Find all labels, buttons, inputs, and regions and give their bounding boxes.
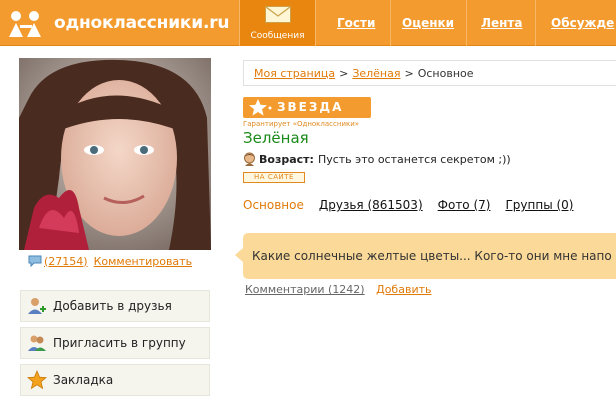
messages-label: Сообщения <box>250 31 305 41</box>
photo-comments-count[interactable]: (27154) <box>44 255 88 268</box>
star-badge-text: ЗВЕЗДА <box>277 100 344 114</box>
invite-to-group-label: Пригласить в группу <box>53 336 186 350</box>
tab-photos[interactable]: Фото (7) <box>438 198 491 214</box>
breadcrumb-separator: > <box>404 66 414 80</box>
status-comments-link[interactable]: Комментарии (1242) <box>245 283 365 296</box>
star-subtitle: Гарантирует «Одноклассники» <box>243 120 360 128</box>
comment-photo-link[interactable]: Комментировать <box>94 255 192 268</box>
invite-to-group-button[interactable]: Пригласить в группу <box>20 327 210 359</box>
breadcrumb-current: Основное <box>417 66 474 80</box>
status-bubble[interactable]: Какие солнечные желтые цветы... Кого-то … <box>243 233 616 279</box>
status-pointer <box>235 248 243 262</box>
star-badge-icon <box>249 99 272 116</box>
breadcrumb: Моя страница > Зелёная > Основное <box>243 60 616 86</box>
profile-photo-image <box>19 58 211 250</box>
breadcrumb-my-page[interactable]: Моя страница <box>254 67 335 80</box>
breadcrumb-separator: > <box>339 66 349 80</box>
user-name: Зелёная <box>243 129 309 147</box>
status-links: Комментарии (1242) Добавить <box>245 283 431 296</box>
messages-button[interactable]: Сообщения <box>239 0 316 46</box>
nav-ratings[interactable]: Оценки <box>402 16 454 30</box>
profile-photo[interactable] <box>19 58 211 250</box>
profile-tabs: Основное Друзья (861503) Фото (7) Группы… <box>243 198 588 214</box>
envelope-icon <box>265 6 291 23</box>
star-badge[interactable]: ЗВЕЗДА <box>243 97 371 118</box>
nav-guests[interactable]: Гости <box>337 16 375 30</box>
status-text: Какие солнечные желтые цветы... Кого-то … <box>252 249 612 263</box>
online-badge: НА САЙТЕ <box>243 172 305 183</box>
age-label: Возраст: <box>259 152 314 166</box>
breadcrumb-user[interactable]: Зелёная <box>352 67 400 80</box>
age-row: Возраст: Пусть это останется секретом ;)… <box>243 151 511 167</box>
nav-feed[interactable]: Лента <box>481 16 522 30</box>
top-bar: одноклассники.ru Сообщения Гости Оценки … <box>0 0 616 46</box>
add-user-icon <box>28 298 46 314</box>
add-friend-label: Добавить в друзья <box>53 299 172 313</box>
nav-divider <box>466 0 467 46</box>
user-avatar-icon <box>244 152 255 166</box>
logo-icon <box>9 11 41 37</box>
add-friend-button[interactable]: Добавить в друзья <box>20 290 210 322</box>
nav-divider <box>390 0 391 46</box>
nav-divider <box>535 0 536 46</box>
status-add-link[interactable]: Добавить <box>376 283 431 296</box>
photo-stats: (27154) Комментировать <box>28 253 192 269</box>
age-value: Пусть это останется секретом ;)) <box>317 152 511 166</box>
logo-text: одноклассники.ru <box>54 13 230 33</box>
bookmark-label: Закладка <box>53 373 114 387</box>
tab-groups[interactable]: Группы (0) <box>505 198 573 214</box>
tab-friends[interactable]: Друзья (861503) <box>319 198 423 214</box>
nav-discussions[interactable]: Обсужде <box>551 16 614 30</box>
comment-bubble-icon <box>28 255 42 267</box>
site-logo[interactable]: одноклассники.ru <box>6 7 230 39</box>
tab-main[interactable]: Основное <box>243 198 304 214</box>
star-icon <box>27 370 47 390</box>
group-icon <box>28 335 46 351</box>
bookmark-button[interactable]: Закладка <box>20 364 210 396</box>
